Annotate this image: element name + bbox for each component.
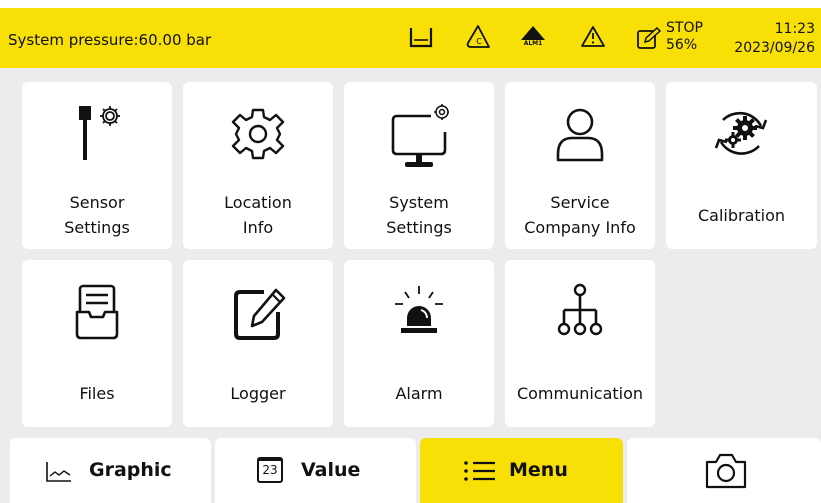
- sensor-settings-icon: [79, 106, 120, 160]
- edit-icon: [234, 288, 286, 340]
- tile-label: Files: [79, 384, 115, 403]
- logger-state: STOP: [666, 20, 703, 36]
- tile-label: Calibration: [697, 206, 786, 225]
- tile-logger[interactable]: Logger: [183, 260, 333, 427]
- status-bar: System pressure:60.00 bar C ALM1 STOP 56…: [0, 8, 821, 68]
- gear-icon: [231, 108, 285, 160]
- tile-label: Communication: [516, 384, 644, 403]
- alarm-code: ALM1: [523, 40, 543, 47]
- calendar-icon: 23: [257, 457, 283, 483]
- tile-service-company-info[interactable]: Service Company Info: [505, 82, 655, 249]
- tile-label-line2: Settings: [386, 218, 452, 237]
- tile-alarm[interactable]: Alarm: [344, 260, 494, 427]
- tile-label-line1: System: [389, 193, 449, 212]
- date: 2023/09/26: [734, 40, 815, 56]
- tile-label-line2: Company Info: [524, 218, 636, 237]
- nav-graphic[interactable]: Graphic: [10, 438, 211, 503]
- person-icon: [556, 108, 604, 162]
- logger-edit-icon[interactable]: [636, 26, 662, 52]
- tile-calibration[interactable]: Calibration: [666, 82, 817, 249]
- logger-status: STOP 56%: [666, 20, 703, 54]
- system-pressure: System pressure:60.00 bar: [8, 31, 212, 49]
- tile-label-line1: Sensor: [69, 193, 125, 212]
- tile-label: Logger: [230, 384, 286, 403]
- tile-label-line2: Settings: [64, 218, 130, 237]
- alarm-indicator[interactable]: ALM1: [518, 25, 548, 55]
- tile-label-line2: Info: [242, 218, 274, 237]
- calibration-icon: [714, 111, 768, 155]
- camera-icon: [705, 453, 747, 489]
- svg-text:C: C: [476, 37, 482, 46]
- tile-files[interactable]: Files: [22, 260, 172, 427]
- tile-sensor-settings[interactable]: Sensor Settings: [22, 82, 172, 249]
- time: 11:23: [774, 21, 815, 37]
- cycle-c-icon[interactable]: C: [465, 24, 491, 50]
- line-chart-icon: [46, 462, 71, 482]
- logger-percent: 56%: [666, 37, 698, 53]
- tank-icon[interactable]: [408, 24, 434, 50]
- calendar-number: 23: [262, 463, 278, 477]
- tile-label: Alarm: [395, 384, 443, 403]
- siren-icon: [395, 286, 443, 333]
- warning-icon[interactable]: [580, 24, 606, 50]
- tile-location-info[interactable]: Location Info: [183, 82, 333, 249]
- alarm-triangle-icon: [521, 26, 545, 40]
- nav-value[interactable]: 23 Value: [215, 438, 416, 503]
- nav-graphic-label: Graphic: [89, 459, 172, 481]
- file-tray-icon: [75, 284, 119, 340]
- nav-value-label: Value: [301, 459, 361, 481]
- top-border: [0, 0, 821, 8]
- network-icon: [557, 283, 603, 336]
- monitor-settings-icon: [391, 104, 449, 167]
- tile-label-line1: Location: [224, 193, 292, 212]
- tile-label-line1: Service: [550, 193, 610, 212]
- nav-menu-label: Menu: [509, 459, 568, 481]
- nav-camera[interactable]: [627, 438, 821, 503]
- tile-communication[interactable]: Communication: [505, 260, 655, 427]
- nav-menu[interactable]: Menu: [420, 438, 623, 503]
- list-icon: [464, 461, 495, 481]
- clock: 11:23 2023/09/26: [734, 20, 815, 58]
- tile-system-settings[interactable]: System Settings: [344, 82, 494, 249]
